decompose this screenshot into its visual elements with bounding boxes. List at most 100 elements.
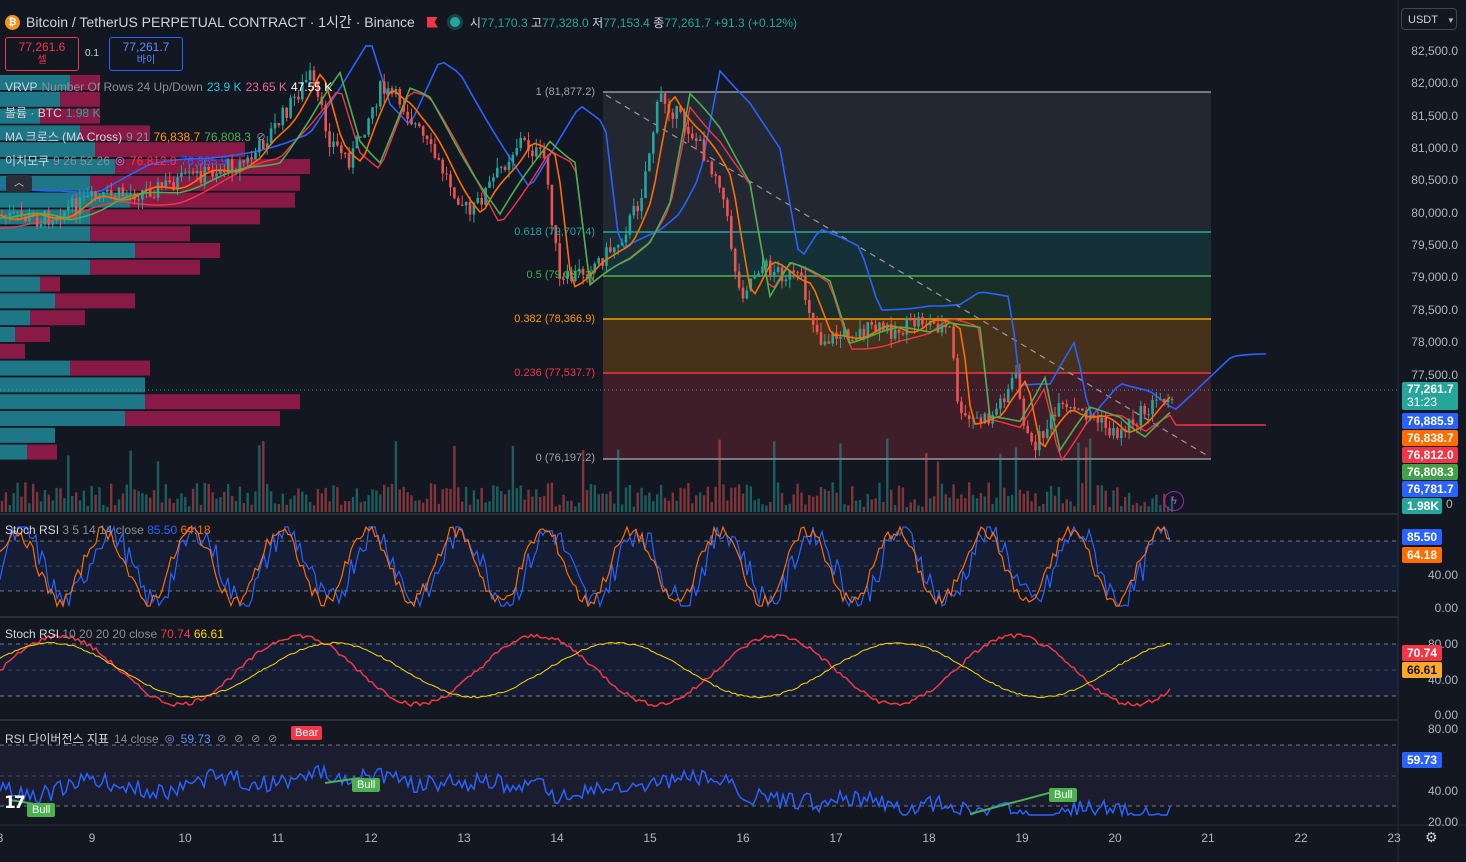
lightning-icon[interactable]: ϟ [1164,491,1184,511]
legend-volume[interactable]: 볼륨 · BTC 1.98 K [5,104,100,121]
volume-bar [1010,494,1014,512]
volume-bar [219,497,222,512]
time-label: 14 [550,831,564,845]
volume-bar [831,482,834,512]
candle-body [273,123,277,129]
volume-bar [913,499,916,512]
volume-bar [542,495,546,512]
volume-bar [1073,506,1076,512]
hide-icon[interactable]: ⊘ [255,131,267,143]
candle-body [1131,419,1135,425]
zero-tag: 0 [1446,497,1453,511]
stoch1-legend[interactable]: Stoch RSI 3 5 14 14 close 85.50 64.18 [5,523,211,537]
candle-body [180,172,183,178]
candle-body [480,197,483,205]
stoch2-legend[interactable]: Stoch RSI 10 20 20 20 close 70.74 66.61 [5,627,224,641]
candle-body [1069,406,1072,408]
buy-button[interactable]: 77,261.7 바이 [109,37,183,71]
volume-bar [1155,494,1158,512]
volume-bar [410,495,413,512]
ma-value-2: 76,808.3 [204,129,251,144]
volume-bar [523,499,526,512]
volume-bar [983,496,986,512]
rsi-legend[interactable]: RSI 다이버전스 지표 14 close ◎ 59.73 ⊘ ⊘ ⊘ ⊘ [5,730,279,747]
candle-body [655,101,659,133]
volume-bar [886,438,889,512]
sync-icon[interactable]: ◎ [164,733,176,745]
volume-bar [441,489,444,512]
candle-body [827,341,831,344]
volume-bar [687,483,690,512]
volume-bar [776,482,780,512]
volume-bar [971,494,975,512]
candle-body [1077,408,1080,410]
volume-bar [624,487,628,512]
tradingview-logo: 17 [4,793,26,813]
legend-ichimoku[interactable]: 이치모쿠 9 26 52 26 ◎ 76,812.0 76,885.9 [5,152,227,169]
volume-bar [730,487,733,512]
volume-bar [110,483,113,512]
hide-icon[interactable]: ⊘ [250,733,262,745]
candle-body [531,150,534,157]
currency-selector[interactable]: USDT ▼ [1401,8,1457,30]
candle-body [1112,427,1115,436]
candle-body [281,107,285,126]
candle-body [70,198,74,207]
candle-body [538,147,542,149]
hide-icon[interactable]: ⊘ [267,733,279,745]
volume-bar [757,498,760,512]
volume-bar [316,488,320,512]
hide-icon[interactable]: ⊘ [216,733,228,745]
volume-bar [425,498,429,512]
volume-bar [472,490,476,512]
volume-bar [238,486,242,512]
volume-bar [734,487,737,512]
candle-body [511,154,515,162]
candle-body [1143,405,1146,415]
candle-body [1120,429,1123,439]
volume-bar [1030,501,1033,512]
candle-body [952,326,955,359]
volume-bar [539,496,542,512]
vrvp-down-bar [0,343,25,359]
hide-icon[interactable]: ⊘ [233,733,245,745]
vrvp-up-bar [0,444,27,460]
stoch1-k: 85.50 [147,523,178,537]
volume-bar [0,500,4,512]
buy-price: 77,261.7 [122,40,170,54]
volume-bar [1147,506,1150,512]
vrvp-up-bar [0,327,15,342]
volume-bar [1104,490,1107,512]
volume-bar [168,498,171,512]
vrvp-down-bar [90,209,260,225]
candle-body [620,242,624,246]
candle-body [804,275,807,300]
candle-body [726,199,729,217]
legend-vrvp[interactable]: VRVP Number Of Rows 24 Up/Down 23.9 K 23… [5,80,332,94]
candle-body [484,187,487,205]
stoch2-params: 10 20 20 20 close [62,627,158,641]
collapse-legend-button[interactable]: ︿ [6,175,32,192]
volume-bar [956,498,959,512]
candle-body [90,191,93,197]
sell-button[interactable]: 77,261.6 셀 [5,37,79,71]
candle-body [663,93,667,104]
candle-body [893,329,897,339]
volume-bar [418,500,421,512]
candle-body [550,184,554,226]
ma-name: MA 크로스 (MA Cross) [5,130,123,144]
vrvp-down-bar [90,259,200,275]
volume-bar [620,504,624,512]
symbol-title[interactable]: Bitcoin / TetherUS PERPETUAL CONTRACT · … [26,12,415,32]
volume-bar [714,486,717,512]
volume-bar [1116,487,1119,512]
volume-bar [266,484,269,512]
flag-icon[interactable] [426,16,438,28]
volume-bar [375,490,378,512]
sync-icon[interactable]: ◎ [114,155,126,167]
legend-ma-cross[interactable]: MA 크로스 (MA Cross) 9 21 76,838.7 76,808.3… [5,128,267,145]
volume-bar [948,497,951,512]
gear-icon[interactable]: ⚙ [1425,830,1439,844]
volume-bar [628,484,632,512]
vrvp-down-bar [55,293,135,309]
